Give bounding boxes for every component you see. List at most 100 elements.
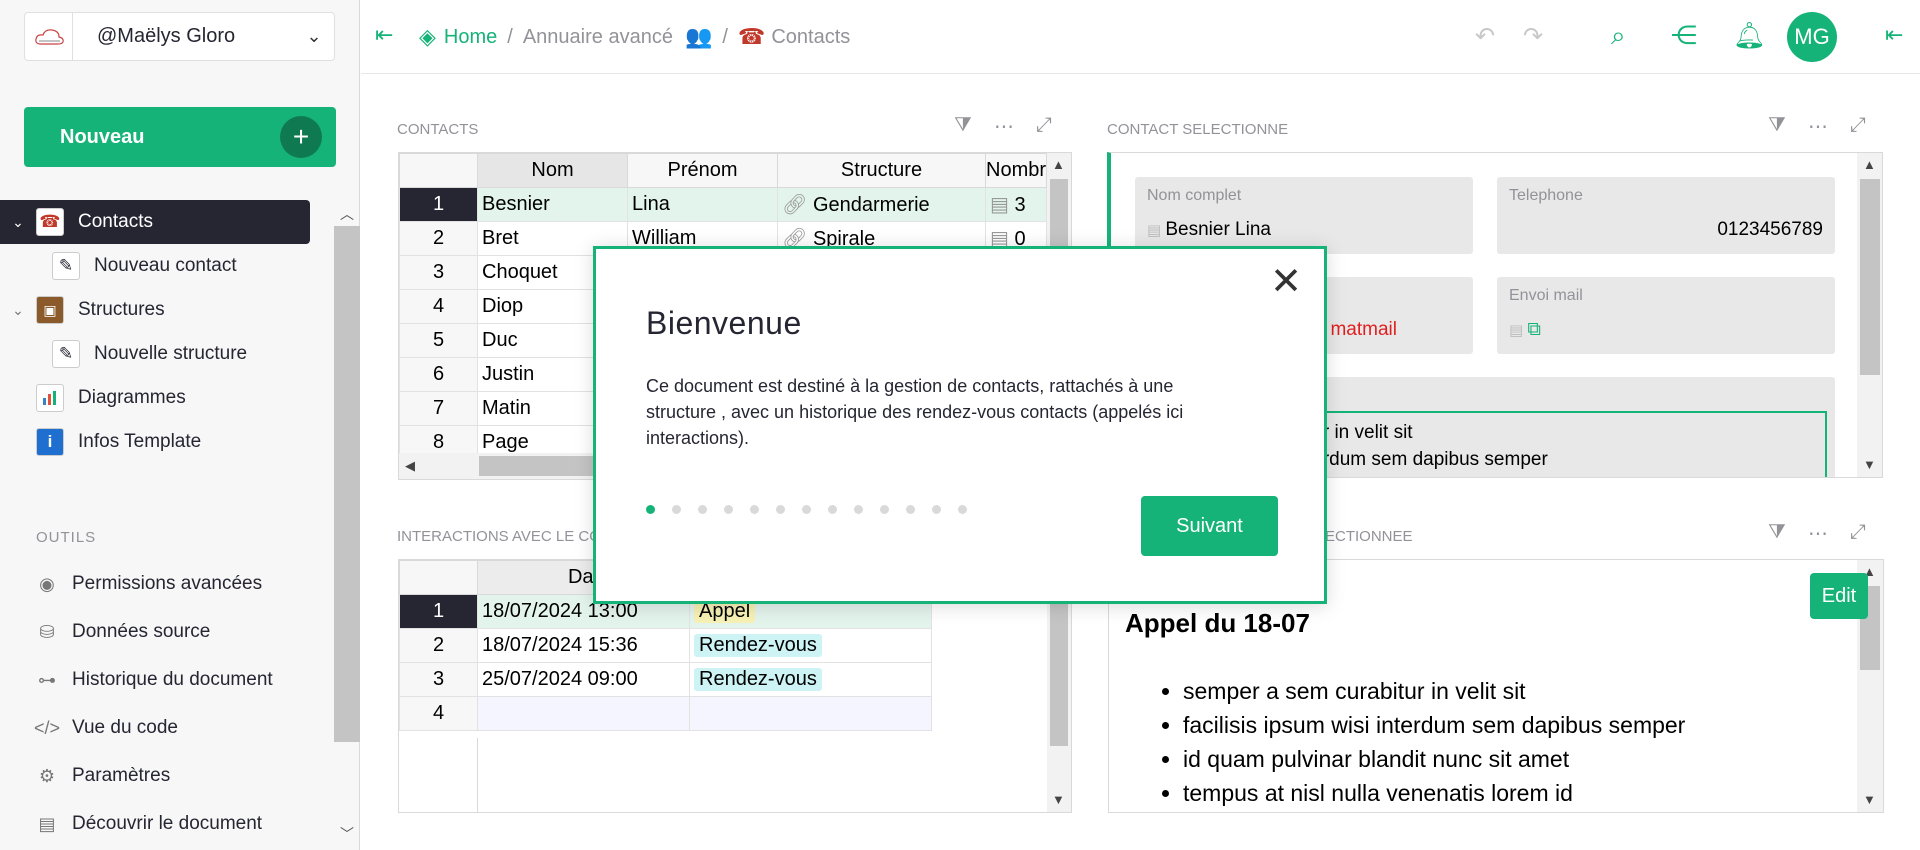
sidebar-item-label: Structures: [78, 299, 165, 320]
pagination-dot[interactable]: [646, 505, 655, 514]
expand-icon[interactable]: ⤢: [1036, 114, 1052, 139]
search-icon[interactable]: ⌕: [1611, 20, 1626, 52]
collapse-right-panel-icon[interactable]: ⇤: [1885, 22, 1903, 48]
table-header: Nom Prénom Structure Nombr: [399, 153, 1048, 188]
layers-icon: ◈: [419, 24, 436, 49]
memo-icon: ✎: [52, 252, 80, 280]
pagination-dot[interactable]: [958, 505, 967, 514]
field-telephone[interactable]: Telephone 0123456789: [1497, 177, 1835, 254]
gear-icon: ⚙: [38, 765, 56, 786]
chevron-down-icon[interactable]: ⌄: [294, 26, 334, 47]
chevron-down-icon[interactable]: ⌄: [0, 214, 36, 231]
chevron-down-icon[interactable]: ▼: [1052, 792, 1065, 807]
sidebar-item-label: Nouvelle structure: [94, 343, 248, 364]
tool-label: Données source: [72, 621, 211, 642]
list-item: tempus at nisl nulla venenatis lorem id: [1183, 776, 1685, 810]
sidebar-item-infos-template[interactable]: i Infos Template: [0, 420, 330, 464]
pagination-dot[interactable]: [698, 505, 707, 514]
more-icon[interactable]: ⋯: [1808, 114, 1828, 139]
expand-icon[interactable]: ⤢: [1850, 521, 1866, 546]
tool-code-view[interactable]: </> Vue du code: [32, 704, 322, 752]
scrollbar-thumb[interactable]: [1860, 179, 1880, 375]
sidebar-item-contacts[interactable]: ⌄ ☎ Contacts: [0, 200, 310, 244]
pagination-dot[interactable]: [854, 505, 863, 514]
table-row[interactable]: 3 25/07/2024 09:00 Rendez-vous: [399, 662, 932, 697]
edit-button[interactable]: Edit: [1810, 573, 1868, 619]
field-envoi-mail[interactable]: Envoi mail ▤ ⧉: [1497, 277, 1835, 354]
sort-filter-icon[interactable]: ⧩: [1768, 521, 1786, 546]
pagination-dot[interactable]: [880, 505, 889, 514]
chevron-up-icon[interactable]: ▲: [1052, 157, 1065, 172]
breadcrumb-page[interactable]: Contacts: [771, 26, 850, 49]
contact-card-scrollbar[interactable]: ▲ ▼: [1857, 153, 1882, 477]
undo-icon[interactable]: ↶: [1475, 22, 1495, 51]
pagination-dot[interactable]: [828, 505, 837, 514]
chevron-left-icon[interactable]: ◀: [405, 458, 415, 474]
pagination-dot[interactable]: [802, 505, 811, 514]
link-icon: 🔗︎: [782, 194, 813, 216]
breadcrumb-document[interactable]: Annuaire avancé: [523, 26, 673, 49]
redo-icon[interactable]: ↷: [1523, 22, 1543, 51]
new-button[interactable]: Nouveau +: [24, 107, 336, 167]
expand-icon[interactable]: ⤢: [1850, 114, 1866, 139]
org-selector[interactable]: @Maëlys Gloro ⌄: [24, 12, 335, 61]
table-row-add[interactable]: 4: [399, 696, 932, 731]
bell-icon[interactable]: 🔔︎: [1733, 20, 1766, 51]
pagination-dot[interactable]: [750, 505, 759, 514]
column-header[interactable]: Nom: [477, 153, 628, 188]
table-row[interactable]: 2 18/07/2024 15:36 Rendez-vous: [399, 628, 932, 663]
share-icon[interactable]: ⋲: [1671, 20, 1697, 51]
tool-source-data[interactable]: ⛁ Données source: [32, 608, 322, 656]
more-icon[interactable]: ⋯: [1808, 521, 1828, 546]
chevron-down-icon[interactable]: ⌄: [0, 302, 36, 319]
sidebar-item-nouveau-contact[interactable]: ✎ Nouveau contact: [0, 244, 330, 288]
pagination-dot[interactable]: [724, 505, 733, 514]
type-tag: Rendez-vous: [694, 668, 822, 691]
tool-settings[interactable]: ⚙ Paramètres: [32, 752, 322, 800]
more-icon[interactable]: ⋯: [994, 114, 1014, 139]
notes-line: terdum sem dapibus semper: [1307, 449, 1548, 470]
chevron-down-icon[interactable]: ▼: [1863, 457, 1876, 472]
new-button-label: Nouveau: [60, 125, 145, 148]
pagination-dot[interactable]: [932, 505, 941, 514]
pagination-dot[interactable]: [906, 505, 915, 514]
collapse-left-panel-icon[interactable]: ⇤: [375, 22, 393, 48]
pagination-dot[interactable]: [776, 505, 785, 514]
chevron-down-icon[interactable]: ﹀: [334, 824, 360, 844]
tool-label: Permissions avancées: [72, 573, 263, 594]
tool-label: Découvrir le document: [72, 813, 263, 834]
sidebar-item-label: Nouveau contact: [94, 255, 237, 276]
contacts-widget-tools: ⧩ ⋯ ⤢: [954, 114, 1052, 139]
tools-list: ◉ Permissions avancées ⛁ Données source …: [32, 560, 322, 848]
sidebar-item-nouvelle-structure[interactable]: ✎ Nouvelle structure: [0, 332, 330, 376]
tool-discover[interactable]: ▤ Découvrir le document: [32, 800, 322, 848]
top-bar: ⇤ ◈ Home / Annuaire avancé 👥 / ☎ Contact…: [361, 0, 1920, 74]
column-header[interactable]: Structure: [777, 153, 986, 188]
scrollbar-thumb[interactable]: [1050, 596, 1068, 746]
close-icon[interactable]: ✕: [1270, 263, 1302, 301]
number-icon: ▤: [990, 194, 1015, 216]
sort-filter-icon[interactable]: ⧩: [954, 114, 972, 139]
tool-label: Historique du document: [72, 669, 273, 690]
chevron-up-icon[interactable]: ︿: [334, 204, 360, 224]
avatar[interactable]: MG: [1787, 12, 1837, 62]
list-item: id quam pulvinar blandit nunc sit amet: [1183, 742, 1685, 776]
sidebar-item-label: Contacts: [78, 211, 153, 232]
chevron-up-icon[interactable]: ▲: [1863, 157, 1876, 172]
sidebar-item-structures[interactable]: ⌄ ▣ Structures: [0, 288, 330, 332]
sort-filter-icon[interactable]: ⧩: [1768, 114, 1786, 139]
scrollbar-thumb[interactable]: [334, 226, 360, 742]
pagination-dot[interactable]: [672, 505, 681, 514]
column-header[interactable]: Prénom: [627, 153, 778, 188]
column-header[interactable]: Nombr: [984, 153, 1048, 188]
tool-permissions[interactable]: ◉ Permissions avancées: [32, 560, 322, 608]
sidebar-scrollbar[interactable]: ︿ ﹀: [334, 200, 360, 850]
sidebar-item-diagrammes[interactable]: Diagrammes: [0, 376, 330, 420]
external-link-icon[interactable]: ⧉: [1527, 319, 1541, 340]
next-button[interactable]: Suivant: [1141, 496, 1278, 556]
table-row[interactable]: 1 Besnier Lina 🔗︎ Gendarmerie ▤ 3: [399, 187, 1048, 222]
tool-history[interactable]: ⊶ Historique du document: [32, 656, 322, 704]
field-nom-complet[interactable]: Nom complet ▤ Besnier Lina: [1135, 177, 1473, 254]
breadcrumb-home[interactable]: Home: [444, 26, 497, 49]
chevron-down-icon[interactable]: ▼: [1863, 792, 1876, 807]
